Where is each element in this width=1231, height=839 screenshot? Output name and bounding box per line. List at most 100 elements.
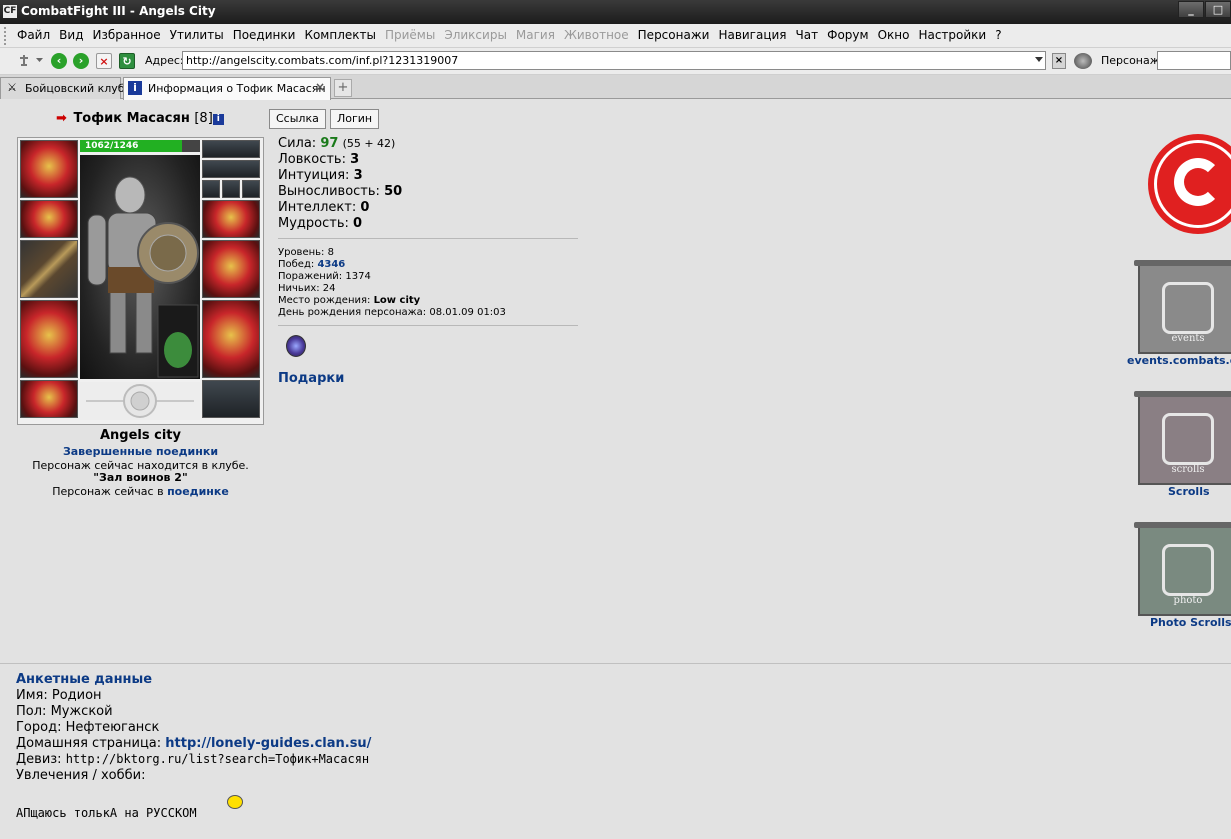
profile-city: Город: Нефтеюганск — [16, 720, 371, 736]
toolbar-grip[interactable] — [4, 27, 7, 45]
character-input[interactable] — [1157, 51, 1231, 70]
fist-icon — [1162, 413, 1214, 465]
homepage-link[interactable]: http://lonely-guides.clan.su/ — [165, 736, 371, 751]
minimize-button[interactable]: _ — [1178, 1, 1204, 18]
forward-icon[interactable]: › — [73, 53, 89, 69]
ram-head-icon — [1174, 158, 1222, 206]
address-value: http://angelscity.combats.com/inf.pl?123… — [186, 54, 459, 67]
profile-hobby-label: Увлечения / хобби: — [16, 768, 146, 783]
stat-label: Выносливость: — [278, 184, 380, 199]
login-button[interactable]: Логин — [330, 109, 380, 129]
character-info-icon[interactable]: i — [212, 114, 224, 125]
link-button[interactable]: Ссылка — [269, 109, 326, 129]
fist-icon — [1162, 282, 1214, 334]
stop-icon[interactable]: × — [96, 53, 112, 69]
banner-caption: photo — [1173, 595, 1203, 606]
amulet-slot[interactable] — [202, 160, 260, 178]
tab-bar: ⚔ Бойцовский клуб i Информация о Тофик М… — [0, 75, 1231, 100]
ring-slot-3[interactable] — [242, 180, 260, 198]
combats-logo[interactable] — [1148, 134, 1231, 234]
photo-scrolls-banner[interactable]: photo — [1134, 522, 1231, 616]
wins-link[interactable]: 4346 — [317, 259, 345, 270]
info-label: Место рождения: — [278, 295, 371, 306]
maximize-button[interactable]: □ — [1205, 1, 1231, 18]
window-controls: _ □ — [1177, 1, 1231, 18]
info-losses: Поражений: 1374 — [278, 271, 506, 283]
title-bar: CF CombatFight III - Angels City _ □ — [0, 0, 1231, 24]
menu-item[interactable]: Окно — [878, 28, 910, 42]
weapon-slot[interactable] — [20, 240, 78, 298]
events-banner[interactable]: events — [1134, 260, 1231, 354]
events-link[interactable]: events.combats.c — [1127, 354, 1231, 367]
hp-text: 1062/1246 — [85, 141, 139, 151]
menu-item[interactable]: Настройки — [918, 28, 986, 42]
gifts-link[interactable]: Подарки — [278, 371, 344, 386]
gloves-slot[interactable] — [202, 200, 260, 238]
character-page: ➡ Тофик Масасян [8] i Ссылка Логин 1062/1… — [0, 100, 1231, 839]
battle-status-text: Персонаж сейчас в — [52, 485, 164, 498]
earring-slot[interactable] — [202, 140, 260, 158]
ring-slot-1[interactable] — [202, 180, 220, 198]
refresh-icon[interactable]: ↻ — [119, 53, 135, 69]
battle-link[interactable]: поединке — [167, 485, 229, 498]
scrolls-link[interactable]: Scrolls — [1168, 485, 1210, 498]
character-level: [8] — [194, 111, 213, 126]
medal-icon[interactable] — [286, 335, 306, 357]
menu-item[interactable]: Комплекты — [304, 28, 376, 42]
info-label: День рождения персонажа: — [278, 307, 427, 318]
leggings-slot[interactable] — [202, 300, 260, 378]
menu-item: Приёмы — [384, 28, 436, 42]
menu-item[interactable]: Персонажи — [638, 28, 710, 42]
ring-slot-2[interactable] — [222, 180, 240, 198]
finished-fights-link[interactable]: Завершенные поединки — [17, 445, 264, 458]
info-value: 24 — [322, 283, 336, 294]
menu-item[interactable]: ? — [995, 28, 1001, 42]
stat-value: 3 — [350, 152, 360, 167]
info-icon: i — [128, 81, 142, 95]
stat-agility: Ловкость: 3 — [278, 152, 402, 168]
profile-hobby-value: АПщаюсь толькА на РУССКОМ — [16, 806, 197, 820]
menu-item[interactable]: Чат — [796, 28, 819, 42]
tab-character-info[interactable]: i Информация о Тофик Масасян × — [123, 77, 331, 100]
menu-item[interactable]: Вид — [59, 28, 83, 42]
menu-item[interactable]: Файл — [17, 28, 50, 42]
stat-value: 3 — [353, 168, 363, 183]
menu-item[interactable]: Утилиты — [170, 28, 224, 42]
belt-slot[interactable] — [20, 380, 78, 418]
menu-item[interactable]: Избранное — [92, 28, 160, 42]
boots-slot[interactable] — [202, 380, 260, 418]
info-value: 08.01.09 01:03 — [429, 307, 506, 318]
fist-icon — [1162, 544, 1214, 596]
character-avatar[interactable] — [80, 155, 200, 379]
close-page-icon[interactable]: × — [1052, 53, 1066, 69]
stat-value: 0 — [353, 216, 363, 231]
shield-slot[interactable] — [202, 240, 260, 298]
character-city: Angels city — [99, 428, 181, 443]
helmet-slot[interactable] — [20, 140, 78, 198]
menu-item[interactable]: Навигация — [718, 28, 786, 42]
new-tab-button[interactable]: + — [334, 79, 352, 97]
profile-label: Домашняя страница: — [16, 736, 162, 751]
armor-slot[interactable] — [20, 300, 78, 378]
info-label: Поражений: — [278, 271, 343, 282]
fist-emblem-icon — [86, 384, 194, 418]
back-icon[interactable]: ‹ — [51, 53, 67, 69]
info-label: Побед: — [278, 259, 315, 270]
info-label: Ничьих: — [278, 283, 320, 294]
info-label: Уровень: — [278, 247, 325, 258]
menu-item[interactable]: Форум — [827, 28, 868, 42]
pin-icon[interactable] — [16, 53, 32, 69]
people-icon[interactable] — [1074, 53, 1092, 69]
photo-scrolls-link[interactable]: Photo Scrolls — [1150, 616, 1231, 629]
chevron-down-icon[interactable] — [36, 58, 43, 63]
scrolls-banner[interactable]: scrolls — [1134, 391, 1231, 485]
club-emblem[interactable] — [80, 382, 200, 420]
close-tab-icon[interactable]: × — [315, 80, 325, 94]
address-input[interactable]: http://angelscity.combats.com/inf.pl?123… — [182, 51, 1046, 70]
tab-fight-club[interactable]: ⚔ Бойцовский клуб — [0, 77, 125, 99]
stats-block: Сила: 97 (55 + 42) Ловкость: 3 Интуиция:… — [278, 136, 402, 232]
address-dropdown-icon[interactable] — [1035, 57, 1043, 62]
menu-item[interactable]: Поединки — [233, 28, 296, 42]
address-bar: ‹ › × ↻ Адрес: http://angelscity.combats… — [0, 48, 1231, 75]
bracers-slot[interactable] — [20, 200, 78, 238]
